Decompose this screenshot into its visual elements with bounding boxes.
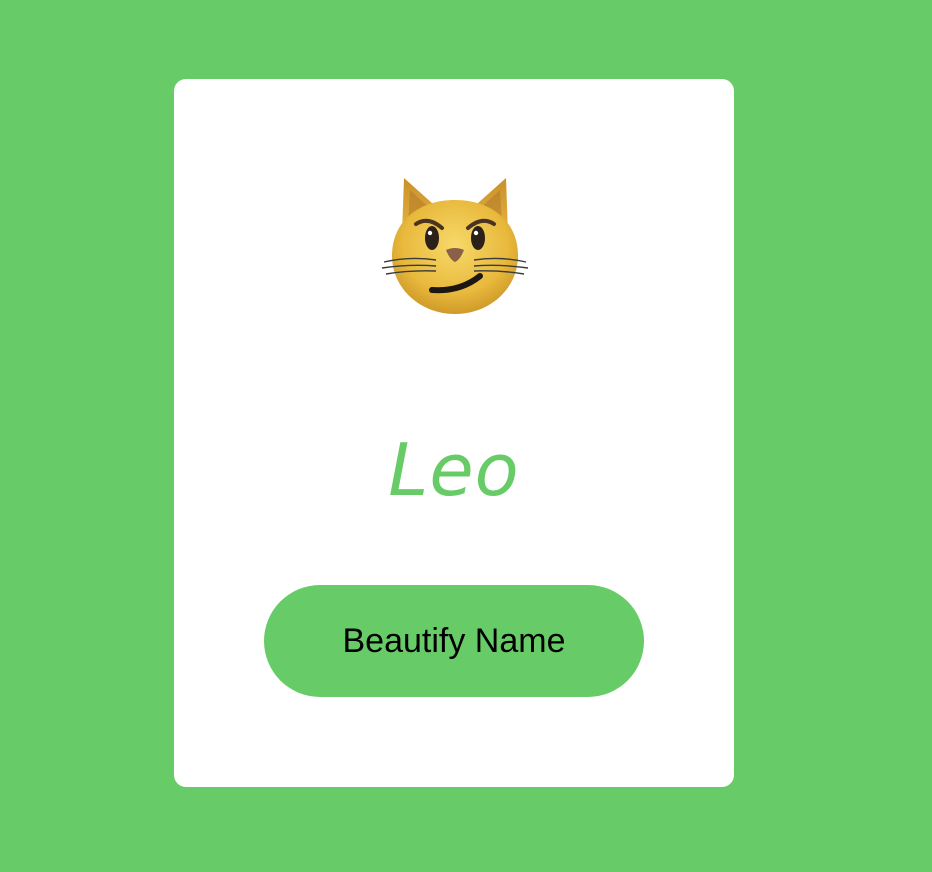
pet-name: Leo [388, 428, 520, 512]
smirking-cat-icon [380, 176, 530, 316]
beautify-name-button[interactable]: Beautify Name [264, 585, 644, 697]
